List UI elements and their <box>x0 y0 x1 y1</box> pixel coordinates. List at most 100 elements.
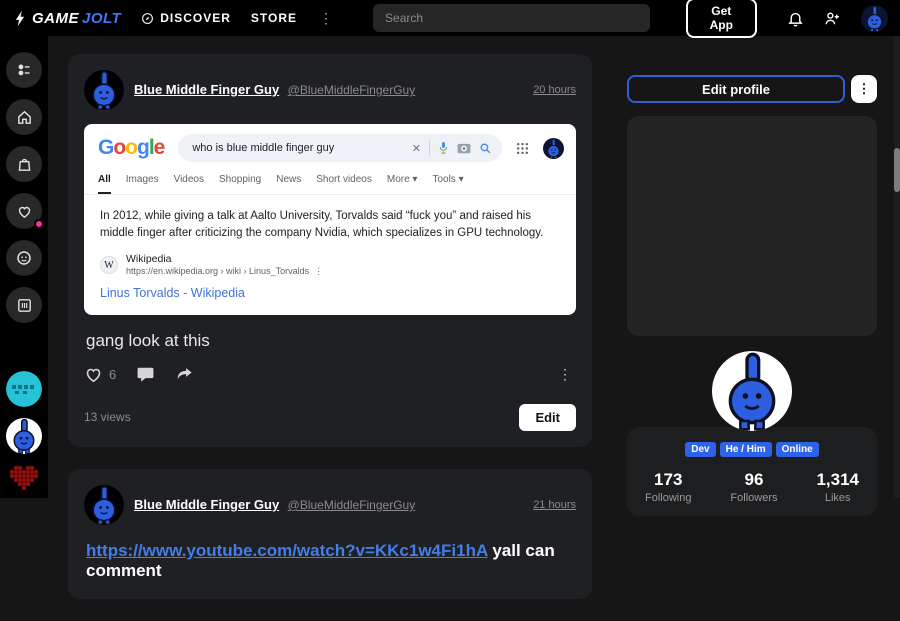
profile-stats: 173 Following 96 Followers 1,314 Likes <box>637 470 867 504</box>
post-author-handle[interactable]: @BlueMiddleFingerGuy <box>288 498 416 512</box>
friends-icon[interactable] <box>824 10 841 27</box>
compass-icon <box>141 12 154 25</box>
search-icon[interactable] <box>479 142 492 155</box>
google-header: Google who is blue middle finger guy ✕ <box>84 124 576 162</box>
clear-query-icon[interactable]: ✕ <box>412 142 421 155</box>
stat-value: 96 <box>744 470 764 489</box>
divider <box>429 140 430 156</box>
google-tab-tools[interactable]: Tools ▾ <box>432 174 463 194</box>
google-logo[interactable]: Google <box>98 136 165 160</box>
nav-store[interactable]: STORE <box>251 11 297 25</box>
profile-panel: Dev He / Him Online 173 Following 96 Fol… <box>627 427 877 516</box>
google-tab-more[interactable]: More ▾ <box>387 174 418 194</box>
pixel-heart-avatar[interactable] <box>10 465 38 491</box>
stat-following[interactable]: 173 Following <box>645 470 691 504</box>
nav-overflow-menu[interactable]: ⋮ <box>317 10 335 27</box>
post-timestamp[interactable]: 20 hours <box>533 84 576 96</box>
google-tab-news[interactable]: News <box>276 174 301 194</box>
post-card-2: Blue Middle Finger Guy @BlueMiddleFinger… <box>68 468 592 599</box>
badge-pronouns[interactable]: He / Him <box>719 442 772 457</box>
profile-options-kebab[interactable]: ⋮ <box>851 75 877 103</box>
logo-text-jolt: JOLT <box>82 9 122 27</box>
community-avatar[interactable] <box>6 371 42 407</box>
post-author-avatar[interactable] <box>84 70 124 110</box>
google-tab-videos[interactable]: Videos <box>174 174 204 194</box>
sidebar-item-store[interactable] <box>6 146 42 182</box>
stat-label: Following <box>645 492 692 504</box>
share-button[interactable] <box>175 365 194 384</box>
google-tab-all[interactable]: All <box>98 174 111 194</box>
notification-dot <box>34 219 44 229</box>
mic-icon[interactable] <box>438 141 449 155</box>
edit-post-button[interactable]: Edit <box>519 403 576 431</box>
stat-label: Followers <box>730 492 778 504</box>
post-header: Blue Middle Finger Guy @BlueMiddleFinger… <box>84 484 576 525</box>
sidebar-item-likes[interactable] <box>6 193 44 229</box>
sidebar-item-home[interactable] <box>6 99 42 135</box>
nav-store-label: STORE <box>250 11 298 25</box>
get-app-button[interactable]: Get App <box>685 0 757 38</box>
sidebar-item-forums[interactable] <box>6 240 42 276</box>
heart-icon <box>16 203 33 220</box>
view-count: 13 views <box>84 410 131 425</box>
stat-followers[interactable]: 96 Followers <box>730 470 777 504</box>
post-options-kebab[interactable]: ⋮ <box>554 366 576 383</box>
stat-likes[interactable]: 1,314 Likes <box>816 470 859 504</box>
google-search-box[interactable]: who is blue middle finger guy ✕ <box>178 134 502 162</box>
scrollbar-track[interactable] <box>894 36 900 498</box>
profile-cover <box>627 116 877 336</box>
edit-profile-button[interactable]: Edit profile <box>627 75 845 103</box>
wikipedia-favicon: W <box>100 256 118 275</box>
scrollbar-thumb[interactable] <box>894 148 900 192</box>
source-site-name: Wikipedia <box>126 253 172 266</box>
google-screenshot-embed[interactable]: Google who is blue middle finger guy ✕ A… <box>84 124 576 315</box>
profile-avatar[interactable] <box>712 351 792 431</box>
search-input[interactable] <box>373 11 650 25</box>
logo-text-game: GAME <box>32 9 79 27</box>
user-avatar[interactable] <box>861 4 888 32</box>
source-url: https://en.wikipedia.org › wiki › Linus_… <box>126 266 310 277</box>
home-icon <box>16 109 33 126</box>
sidebar-user-avatar[interactable] <box>6 418 42 454</box>
global-search <box>373 4 650 32</box>
sidebar-item-library[interactable] <box>6 287 42 323</box>
apps-grid-icon[interactable] <box>516 142 529 155</box>
badge-dev[interactable]: Dev <box>685 442 716 457</box>
left-sidebar <box>0 36 48 498</box>
badge-online[interactable]: Online <box>775 442 819 457</box>
top-navbar: GAME JOLT DISCOVER STORE ⋮ Get App <box>0 0 900 38</box>
google-tab-short-videos[interactable]: Short videos <box>316 174 372 194</box>
post-author-avatar[interactable] <box>84 484 124 525</box>
kebab-icon: ⋮ <box>319 9 334 26</box>
youtube-link[interactable]: https://www.youtube.com/watch?v=KKc1w4Fi… <box>86 541 488 560</box>
post-author-name[interactable]: Blue Middle Finger Guy <box>134 82 279 97</box>
result-snippet: In 2012, while giving a talk at Aalto Un… <box>100 210 544 239</box>
gamejolt-logo[interactable]: GAME JOLT <box>12 10 121 27</box>
google-tab-images[interactable]: Images <box>126 174 159 194</box>
stat-label: Likes <box>824 492 851 504</box>
notifications-bell-icon[interactable] <box>787 10 804 27</box>
post-actions: 6 ⋮ <box>84 365 576 384</box>
google-query-text[interactable]: who is blue middle finger guy <box>192 142 403 154</box>
post-timestamp[interactable]: 21 hours <box>533 499 576 511</box>
feed: Blue Middle Finger Guy @BlueMiddleFinger… <box>68 54 592 621</box>
comment-button[interactable] <box>136 365 155 384</box>
profile-sidebar: Edit profile ⋮ Dev He / Him Online 173 F… <box>627 75 877 516</box>
library-icon <box>16 297 33 314</box>
sidebar-item-feed[interactable] <box>6 52 42 88</box>
stat-value: 1,314 <box>816 470 859 489</box>
post-text: https://www.youtube.com/watch?v=KKc1w4Fi… <box>86 541 576 581</box>
result-title-link[interactable]: Linus Torvalds - Wikipedia <box>100 286 245 300</box>
post-author-name[interactable]: Blue Middle Finger Guy <box>134 497 279 512</box>
result-source[interactable]: W Wikipedia https://en.wikipedia.org › w… <box>100 253 560 277</box>
lens-camera-icon[interactable] <box>457 142 471 154</box>
kebab-icon: ⋮ <box>857 81 871 96</box>
like-button[interactable]: 6 <box>84 365 116 384</box>
post-author-handle[interactable]: @BlueMiddleFingerGuy <box>288 83 416 97</box>
google-account-avatar[interactable] <box>543 137 564 159</box>
google-tab-shopping[interactable]: Shopping <box>219 174 261 194</box>
nav-discover[interactable]: DISCOVER <box>141 11 231 25</box>
post-text: gang look at this <box>86 330 210 350</box>
result-kebab-icon[interactable]: ⋮ <box>314 266 323 277</box>
google-result: In 2012, while giving a talk at Aalto Un… <box>84 195 576 315</box>
